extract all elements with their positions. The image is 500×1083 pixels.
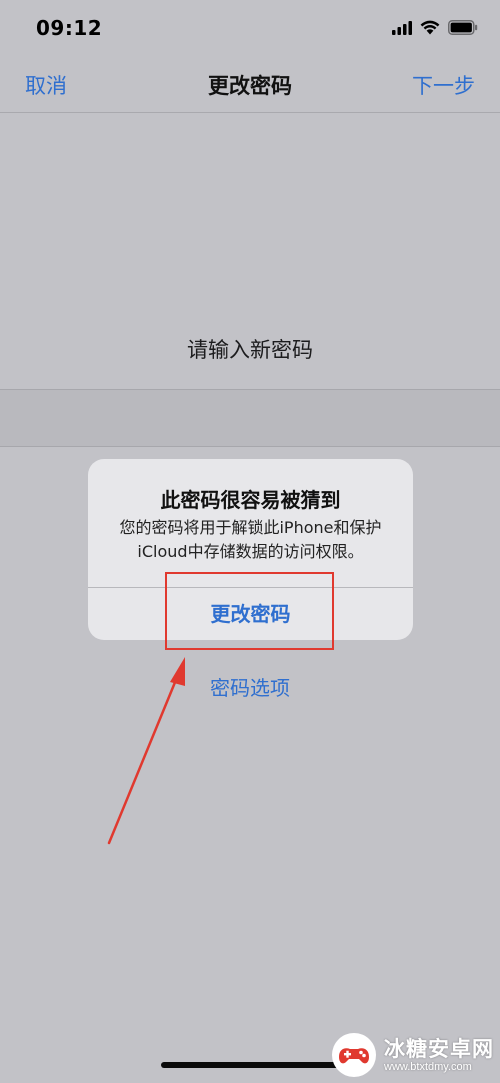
new-password-prompt: 请输入新密码 <box>187 338 313 362</box>
password-input[interactable] <box>0 389 500 447</box>
next-button[interactable]: 下一步 <box>412 70 475 100</box>
alert-dialog: 此密码很容易被猜到 您的密码将用于解锁此iPhone和保护iCloud中存储数据… <box>88 459 413 640</box>
home-indicator[interactable] <box>161 1062 339 1068</box>
signal-icon <box>392 20 412 35</box>
status-bar: 09:12 <box>0 0 500 60</box>
status-time: 09:12 <box>36 16 103 40</box>
nav-bar: 取消 更改密码 下一步 <box>0 60 500 113</box>
alert-title: 此密码很容易被猜到 <box>160 488 341 512</box>
watermark-url: www.btxtdmy.com <box>384 1060 472 1073</box>
gamepad-logo-icon <box>332 1033 376 1077</box>
change-password-button[interactable]: 更改密码 <box>88 588 413 640</box>
watermark-text: 冰糖安卓网 www.btxtdmy.com <box>384 1037 494 1074</box>
password-options-link[interactable]: 密码选项 <box>0 672 500 701</box>
alert-message: 您的密码将用于解锁此iPhone和保护iCloud中存储数据的访问权限。 <box>119 518 382 561</box>
watermark-title: 冰糖安卓网 <box>384 1036 494 1061</box>
battery-icon <box>448 20 478 35</box>
status-icons <box>392 20 478 35</box>
watermark: 冰糖安卓网 www.btxtdmy.com <box>330 1031 494 1079</box>
wifi-icon <box>420 20 440 35</box>
